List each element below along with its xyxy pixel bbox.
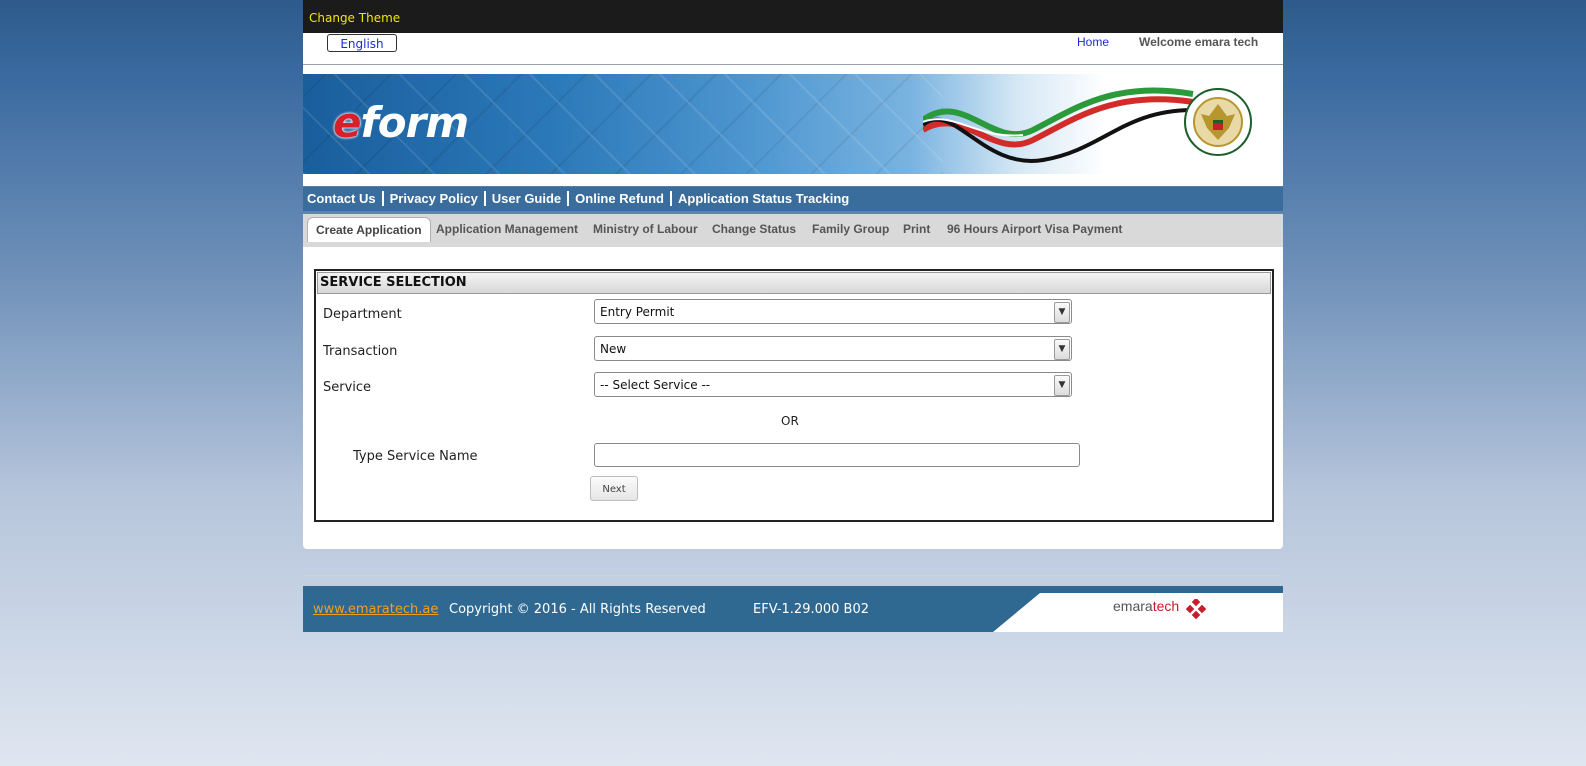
emaratech-website-link[interactable]: www.emaratech.ae: [313, 602, 438, 617]
nav-user-guide[interactable]: User Guide: [488, 187, 565, 211]
language-bar: English Home Welcome emara tech: [303, 33, 1283, 65]
tab-print[interactable]: Print: [903, 222, 930, 236]
theme-bar: Change Theme: [303, 0, 1283, 33]
page-container: Change Theme English Home Welcome emara …: [303, 0, 1283, 249]
footer-divider: [303, 575, 1283, 576]
tab-bar: Create Application Application Managemen…: [303, 214, 1283, 249]
footer: www.emaratech.ae Copyright © 2016 - All …: [303, 586, 1283, 632]
tab-family-group[interactable]: Family Group: [812, 222, 889, 236]
department-select[interactable]: Entry Permit ▼: [594, 299, 1072, 324]
tab-ministry-of-labour[interactable]: Ministry of Labour: [593, 222, 698, 236]
dropdown-arrow-icon[interactable]: ▼: [1054, 375, 1070, 396]
banner: eform: [303, 74, 1283, 174]
nav-privacy-policy[interactable]: Privacy Policy: [386, 187, 482, 211]
service-value: -- Select Service --: [600, 378, 711, 392]
nav-online-refund[interactable]: Online Refund: [571, 187, 668, 211]
change-theme-link[interactable]: Change Theme: [309, 11, 400, 25]
transaction-label: Transaction: [323, 344, 398, 359]
banner-area: eform: [303, 65, 1283, 186]
dropdown-arrow-icon[interactable]: ▼: [1054, 339, 1070, 360]
nav-separator: [381, 191, 384, 206]
type-service-name-input[interactable]: [594, 443, 1080, 467]
service-label: Service: [323, 380, 372, 395]
footer-logo-area: emaratech: [993, 593, 1283, 632]
emirates-emblem-icon: [1184, 88, 1252, 156]
tab-96-hours-airport-visa-payment[interactable]: 96 Hours Airport Visa Payment: [947, 222, 1122, 236]
home-link[interactable]: Home: [1077, 35, 1109, 49]
emaratech-diamond-icon: [1185, 599, 1207, 619]
eform-logo: eform: [333, 98, 469, 147]
transaction-value: New: [600, 342, 627, 356]
tab-application-management[interactable]: Application Management: [436, 222, 578, 236]
next-button[interactable]: Next: [590, 476, 638, 501]
version-text: EFV-1.29.000 B02: [753, 602, 869, 617]
language-button[interactable]: English: [327, 34, 397, 52]
nav-separator: [670, 191, 672, 206]
top-nav: Contact Us Privacy Policy User Guide Online…: [303, 187, 1283, 211]
tab-change-status[interactable]: Change Status: [712, 222, 796, 236]
emaratech-logo: emaratech: [1113, 598, 1180, 614]
panel-title: SERVICE SELECTION: [317, 272, 1271, 294]
nav-separator: [483, 191, 486, 206]
flag-waves-graphic: [923, 87, 1194, 163]
transaction-select[interactable]: New ▼: [594, 336, 1072, 361]
tab-create-application[interactable]: Create Application: [307, 217, 431, 242]
nav-separator: [567, 191, 570, 206]
nav-contact-us[interactable]: Contact Us: [303, 187, 380, 211]
service-select[interactable]: -- Select Service -- ▼: [594, 372, 1072, 397]
nav-application-status-tracking[interactable]: Application Status Tracking: [674, 187, 853, 211]
main-content: SERVICE SELECTION Department Entry Permi…: [303, 247, 1283, 549]
copyright-text: Copyright © 2016 - All Rights Reserved: [449, 602, 706, 617]
type-service-name-label: Type Service Name: [353, 449, 478, 464]
dropdown-arrow-icon[interactable]: ▼: [1054, 302, 1070, 323]
department-label: Department: [323, 307, 402, 322]
or-separator: OR: [781, 414, 799, 428]
department-value: Entry Permit: [600, 305, 675, 319]
welcome-text: Welcome emara tech: [1139, 35, 1259, 49]
service-selection-panel: SERVICE SELECTION Department Entry Permi…: [314, 269, 1274, 522]
